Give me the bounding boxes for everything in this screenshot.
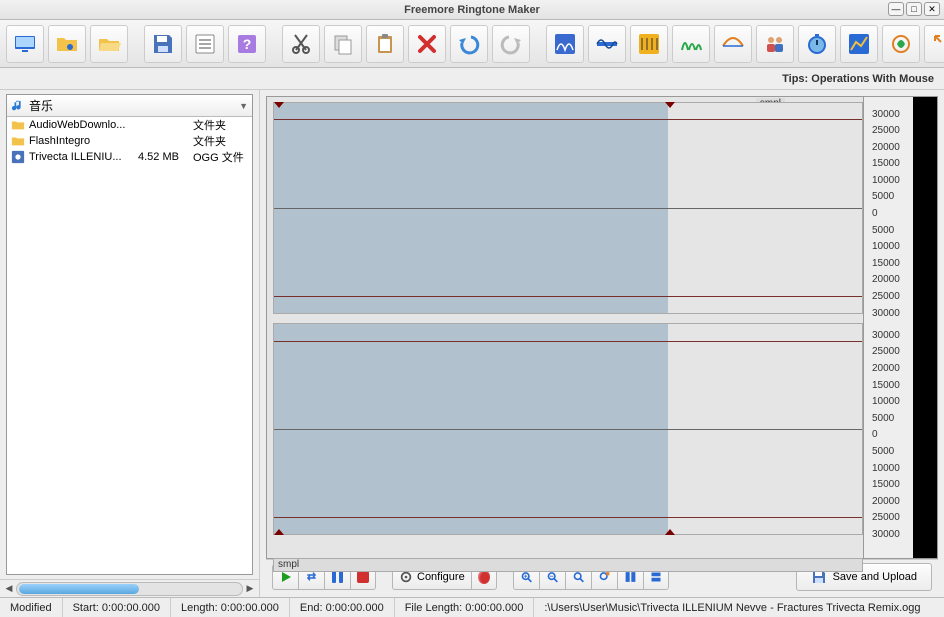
paste-icon[interactable] <box>366 25 404 63</box>
copy-icon[interactable] <box>324 25 362 63</box>
folder-dropdown-label: 音乐 <box>29 97 239 114</box>
scroll-track[interactable] <box>16 582 243 596</box>
users-icon[interactable] <box>756 25 794 63</box>
status-path: :\Users\User\Music\Trivecta ILLENIUM Nev… <box>534 598 944 617</box>
chart-icon[interactable] <box>840 25 878 63</box>
effect-1-icon[interactable] <box>546 25 584 63</box>
redo-icon[interactable] <box>492 25 530 63</box>
list-item[interactable]: Trivecta ILLENIU... 4.52 MB OGG 文件 <box>7 149 252 165</box>
scroll-right-icon[interactable]: ▶ <box>243 582 257 596</box>
equalizer-icon[interactable] <box>630 25 668 63</box>
channel-left[interactable] <box>273 102 863 314</box>
file-list[interactable]: AudioWebDownlo... 文件夹 FlashIntegro 文件夹 T… <box>7 117 252 574</box>
waveform-editor[interactable]: smpl smpl <box>266 96 938 559</box>
list-item[interactable]: FlashIntegro 文件夹 <box>7 133 252 149</box>
status-modified: Modified <box>0 598 63 617</box>
timer-icon[interactable] <box>798 25 836 63</box>
status-start: Start: 0:00:00.000 <box>63 598 171 617</box>
main-toolbar: ? <box>0 20 944 68</box>
status-length: Length: 0:00:00.000 <box>171 598 290 617</box>
list-icon[interactable] <box>186 25 224 63</box>
filter-icon[interactable] <box>714 25 752 63</box>
channel-right[interactable] <box>273 323 863 535</box>
status-file-length: File Length: 0:00:00.000 <box>395 598 535 617</box>
cut-icon[interactable] <box>282 25 320 63</box>
folder-open-icon[interactable] <box>90 25 128 63</box>
scroll-thumb[interactable] <box>19 584 139 594</box>
tips-text: Tips: Operations With Mouse <box>782 73 934 85</box>
amplitude-scale: 30000 25000 20000 15000 10000 5000 0 500… <box>863 97 913 558</box>
save-icon[interactable] <box>144 25 182 63</box>
music-note-icon <box>11 99 25 113</box>
list-item[interactable]: AudioWebDownlo... 文件夹 <box>7 117 252 133</box>
undo-icon[interactable] <box>450 25 488 63</box>
window-title: Freemore Ringtone Maker <box>404 4 540 16</box>
tips-bar: Tips: Operations With Mouse <box>0 68 944 90</box>
svg-text:?: ? <box>243 36 252 52</box>
help-icon[interactable]: ? <box>228 25 266 63</box>
maximize-button[interactable]: □ <box>906 2 922 16</box>
status-end: End: 0:00:00.000 <box>290 598 395 617</box>
effect-orange-icon[interactable] <box>882 25 920 63</box>
monitor-icon[interactable] <box>6 25 44 63</box>
expand-icon[interactable] <box>924 25 944 63</box>
bottom-ruler: smpl <box>273 558 863 572</box>
file-browser: 音乐 ▼ AudioWebDownlo... 文件夹 FlashIntegro … <box>0 90 260 597</box>
folder-icon <box>11 118 25 132</box>
effect-green-icon[interactable] <box>672 25 710 63</box>
minimize-button[interactable]: — <box>888 2 904 16</box>
folder-dropdown[interactable]: 音乐 ▼ <box>7 95 252 117</box>
folder-icon <box>11 134 25 148</box>
titlebar: Freemore Ringtone Maker — □ ✕ <box>0 0 944 20</box>
chevron-down-icon: ▼ <box>239 101 248 111</box>
level-meter <box>913 97 937 558</box>
scroll-left-icon[interactable]: ◀ <box>2 582 16 596</box>
folder-audio-icon[interactable] <box>48 25 86 63</box>
status-bar: Modified Start: 0:00:00.000 Length: 0:00… <box>0 597 944 617</box>
audio-file-icon <box>11 150 25 164</box>
waveform-icon[interactable] <box>588 25 626 63</box>
file-list-scrollbar[interactable]: ◀ ▶ <box>0 579 259 597</box>
delete-icon[interactable] <box>408 25 446 63</box>
close-button[interactable]: ✕ <box>924 2 940 16</box>
window-controls: — □ ✕ <box>888 2 940 16</box>
